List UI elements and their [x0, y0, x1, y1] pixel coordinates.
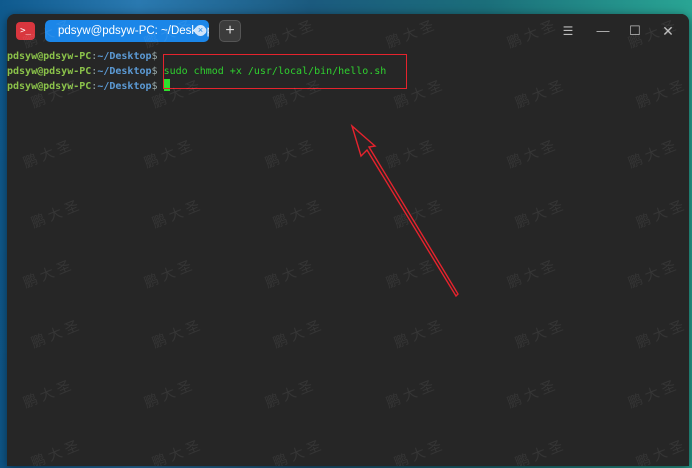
annotation-arrow-icon — [350, 123, 459, 298]
terminal-window: >_ pdsyw@pdsyw-PC: ~/Desktop × + ☰ — ☐ ✕… — [7, 14, 689, 466]
